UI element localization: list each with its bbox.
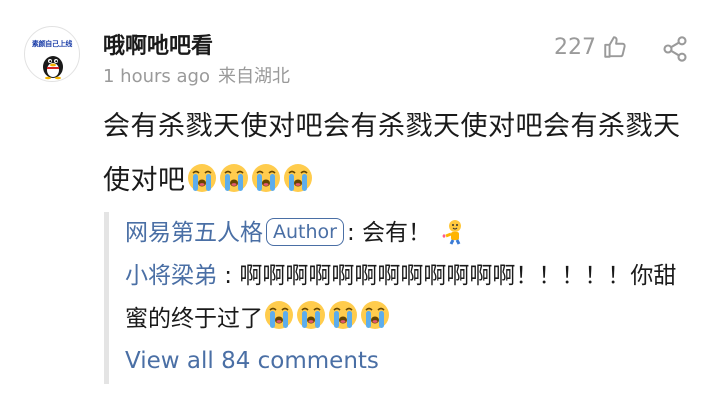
penguin-icon bbox=[43, 56, 63, 80]
crying-face-icon bbox=[283, 164, 312, 192]
reply-author-name[interactable]: 网易第五人格 bbox=[125, 220, 263, 246]
share-icon bbox=[663, 36, 687, 62]
comment-location: 来自湖北 bbox=[217, 66, 290, 87]
share-button[interactable] bbox=[661, 35, 689, 67]
like-count: 227 bbox=[554, 34, 596, 60]
author-badge: Author bbox=[266, 218, 344, 246]
reply-separator: : bbox=[346, 220, 363, 246]
comment-time: 1 hours ago bbox=[103, 66, 210, 87]
crying-face-icon bbox=[219, 164, 248, 192]
thumbs-up-icon bbox=[604, 36, 626, 58]
comment-body: 会有杀戮天使对吧会有杀戮天使对吧会有杀戮天使对吧 bbox=[103, 100, 703, 208]
like-button[interactable]: 227 bbox=[554, 34, 628, 60]
reply-section: 网易第五人格 Author: 会有！ 小将梁弟 : 啊啊啊啊啊啊啊啊啊啊啊啊！！！… bbox=[104, 212, 704, 384]
crying-face-icon bbox=[329, 301, 357, 329]
view-all-comments-link[interactable]: View all 84 comments bbox=[125, 341, 704, 381]
crying-face-icon bbox=[251, 164, 280, 192]
comment-username[interactable]: 哦啊吔吧看 bbox=[103, 28, 213, 60]
crying-face-icon bbox=[297, 301, 325, 329]
avatar[interactable]: 素颜自己上线 bbox=[24, 26, 80, 82]
reply-text: 会有！ bbox=[362, 220, 432, 246]
crying-face-icon bbox=[265, 301, 293, 329]
reply-separator: : bbox=[217, 263, 240, 289]
crying-face-icon bbox=[187, 164, 216, 192]
reply-item: 小将梁弟 : 啊啊啊啊啊啊啊啊啊啊啊啊！！！！！你甜蜜的终于过了 bbox=[125, 255, 695, 341]
crying-face-icon bbox=[361, 301, 389, 329]
comment-meta: 1 hours ago 来自湖北 bbox=[103, 62, 290, 88]
reply-item: 网易第五人格 Author: 会有！ bbox=[125, 212, 704, 255]
reply-emojis bbox=[263, 301, 391, 332]
reply-author-name[interactable]: 小将梁弟 bbox=[125, 263, 217, 289]
flexing-cheer-emoji-icon bbox=[442, 220, 462, 245]
comment-emojis bbox=[186, 164, 314, 196]
